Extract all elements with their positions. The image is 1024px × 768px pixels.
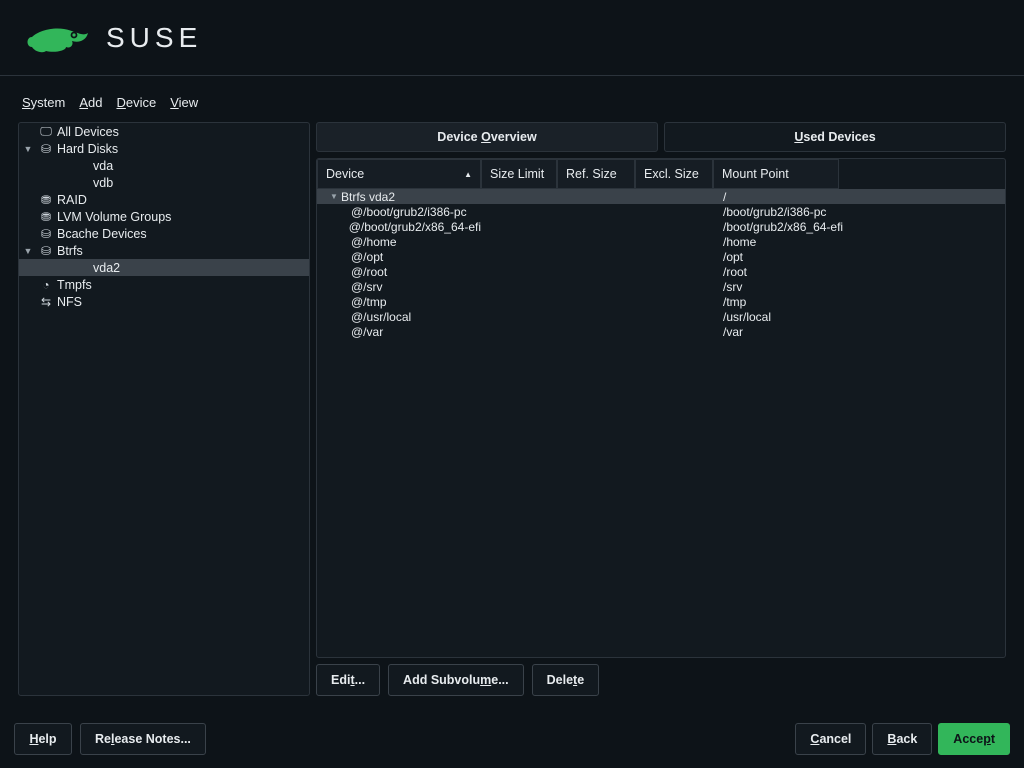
monitor-icon: 🖵 xyxy=(37,124,55,139)
cell-mount: /usr/local xyxy=(713,310,943,324)
table-row[interactable]: @/home/home xyxy=(317,234,1005,249)
raid-icon: ⛃ xyxy=(37,193,55,207)
col-mount-point[interactable]: Mount Point xyxy=(713,159,839,189)
menu-device[interactable]: Device xyxy=(116,95,156,110)
menu-view[interactable]: View xyxy=(170,95,198,110)
tree-label: RAID xyxy=(55,193,87,207)
release-notes-button[interactable]: Release Notes... xyxy=(80,723,206,755)
table-row[interactable]: @/boot/grub2/i386-pc/boot/grub2/i386-pc xyxy=(317,204,1005,219)
table-header: Device ▲ Size Limit Ref. Size Excl. Size… xyxy=(317,159,1005,189)
tree-label: Hard Disks xyxy=(55,142,118,156)
cell-mount: /home xyxy=(713,235,943,249)
back-button[interactable]: Back xyxy=(872,723,932,755)
tree-label: All Devices xyxy=(55,125,119,139)
col-excl-size[interactable]: Excl. Size xyxy=(635,159,713,189)
tree-all-devices[interactable]: 🖵 All Devices xyxy=(19,123,309,140)
brand-word: SUSE xyxy=(106,22,202,54)
cell-mount: /opt xyxy=(713,250,943,264)
tree-label: Btrfs xyxy=(55,244,83,258)
tree-label: Tmpfs xyxy=(55,278,92,292)
lvm-icon: ⛃ xyxy=(37,210,55,224)
titlebar: SUSE xyxy=(0,0,1024,76)
geeko-icon xyxy=(24,19,92,57)
bcache-icon: ⛁ xyxy=(37,227,55,241)
table-row[interactable]: @/usr/local/usr/local xyxy=(317,309,1005,324)
tree-label: NFS xyxy=(55,295,82,309)
chevron-down-icon[interactable]: ▼ xyxy=(19,246,37,256)
disk-icon: ⛁ xyxy=(37,142,55,156)
cell-device: @/boot/grub2/x86_64-efi xyxy=(349,220,481,234)
tree-lvm[interactable]: ⛃ LVM Volume Groups xyxy=(19,208,309,225)
cell-mount: /var xyxy=(713,325,943,339)
table-row[interactable]: @/srv/srv xyxy=(317,279,1005,294)
cell-mount: /srv xyxy=(713,280,943,294)
table-row[interactable]: ▼Btrfs vda2 / xyxy=(317,189,1005,204)
cell-device: @/srv xyxy=(351,280,383,294)
table-row[interactable]: @/opt/opt xyxy=(317,249,1005,264)
btrfs-icon: ⛁ xyxy=(37,244,55,258)
table-row[interactable]: @/tmp/tmp xyxy=(317,294,1005,309)
col-size-limit[interactable]: Size Limit xyxy=(481,159,557,189)
cell-device: @/tmp xyxy=(351,295,387,309)
main-area: 🖵 All Devices ▼ ⛁ Hard Disks vda vdb ⛃ R… xyxy=(0,116,1024,696)
tree-vdb[interactable]: vdb xyxy=(19,174,309,191)
cell-device: @/var xyxy=(351,325,383,339)
footer-bar: Help Release Notes... Cancel Back Accept xyxy=(0,710,1024,768)
tree-bcache[interactable]: ⛁ Bcache Devices xyxy=(19,225,309,242)
cancel-button[interactable]: Cancel xyxy=(795,723,866,755)
tab-used-devices[interactable]: Used Devices xyxy=(664,122,1006,152)
tree-btrfs[interactable]: ▼ ⛁ Btrfs xyxy=(19,242,309,259)
nfs-icon: ⇆ xyxy=(37,295,55,309)
menu-system[interactable]: System xyxy=(22,95,65,110)
add-subvolume-button[interactable]: Add Subvolume... xyxy=(388,664,524,696)
cell-device: Btrfs vda2 xyxy=(341,190,395,204)
cell-device: @/opt xyxy=(351,250,383,264)
col-ref-size[interactable]: Ref. Size xyxy=(557,159,635,189)
tree-nfs[interactable]: ⇆ NFS xyxy=(19,293,309,310)
cell-device: @/root xyxy=(351,265,387,279)
tabstrip: Device Overview Used Devices xyxy=(316,122,1006,152)
tree-label: vdb xyxy=(91,176,113,190)
accept-button[interactable]: Accept xyxy=(938,723,1010,755)
table-actions: Edit... Add Subvolume... Delete xyxy=(316,664,1006,696)
cell-mount: /boot/grub2/x86_64-efi xyxy=(713,220,943,234)
cell-mount: / xyxy=(713,190,943,204)
content-panel: Device Overview Used Devices Device ▲ Si… xyxy=(316,122,1006,696)
sort-asc-icon: ▲ xyxy=(464,170,472,179)
tree-hard-disks[interactable]: ▼ ⛁ Hard Disks xyxy=(19,140,309,157)
col-device[interactable]: Device ▲ xyxy=(317,159,481,189)
tmpfs-icon: ◔ xyxy=(37,278,55,292)
chevron-down-icon[interactable]: ▼ xyxy=(327,192,341,201)
cell-mount: /boot/grub2/i386-pc xyxy=(713,205,943,219)
delete-button[interactable]: Delete xyxy=(532,664,600,696)
cell-mount: /root xyxy=(713,265,943,279)
tree-tmpfs[interactable]: ◔ Tmpfs xyxy=(19,276,309,293)
brand-logo: SUSE xyxy=(24,19,202,57)
cell-mount: /tmp xyxy=(713,295,943,309)
device-table: Device ▲ Size Limit Ref. Size Excl. Size… xyxy=(316,158,1006,658)
tree-vda2[interactable]: vda2 xyxy=(19,259,309,276)
cell-device: @/home xyxy=(351,235,397,249)
device-tree[interactable]: 🖵 All Devices ▼ ⛁ Hard Disks vda vdb ⛃ R… xyxy=(18,122,310,696)
table-row[interactable]: @/boot/grub2/x86_64-efi/boot/grub2/x86_6… xyxy=(317,219,1005,234)
tree-label: Bcache Devices xyxy=(55,227,147,241)
table-body: ▼Btrfs vda2/@/boot/grub2/i386-pc/boot/gr… xyxy=(317,189,1005,339)
tree-label: vda xyxy=(91,159,113,173)
tree-label: LVM Volume Groups xyxy=(55,210,171,224)
menubar: System Add Device View xyxy=(0,88,1024,116)
tree-raid[interactable]: ⛃ RAID xyxy=(19,191,309,208)
edit-button[interactable]: Edit... xyxy=(316,664,380,696)
table-row[interactable]: @/root/root xyxy=(317,264,1005,279)
cell-device: @/usr/local xyxy=(351,310,411,324)
tree-vda[interactable]: vda xyxy=(19,157,309,174)
table-row[interactable]: @/var/var xyxy=(317,324,1005,339)
help-button[interactable]: Help xyxy=(14,723,72,755)
tree-label: vda2 xyxy=(91,261,120,275)
cell-device: @/boot/grub2/i386-pc xyxy=(351,205,467,219)
menu-add[interactable]: Add xyxy=(79,95,102,110)
tab-device-overview[interactable]: Device Overview xyxy=(316,122,658,152)
chevron-down-icon[interactable]: ▼ xyxy=(19,144,37,154)
